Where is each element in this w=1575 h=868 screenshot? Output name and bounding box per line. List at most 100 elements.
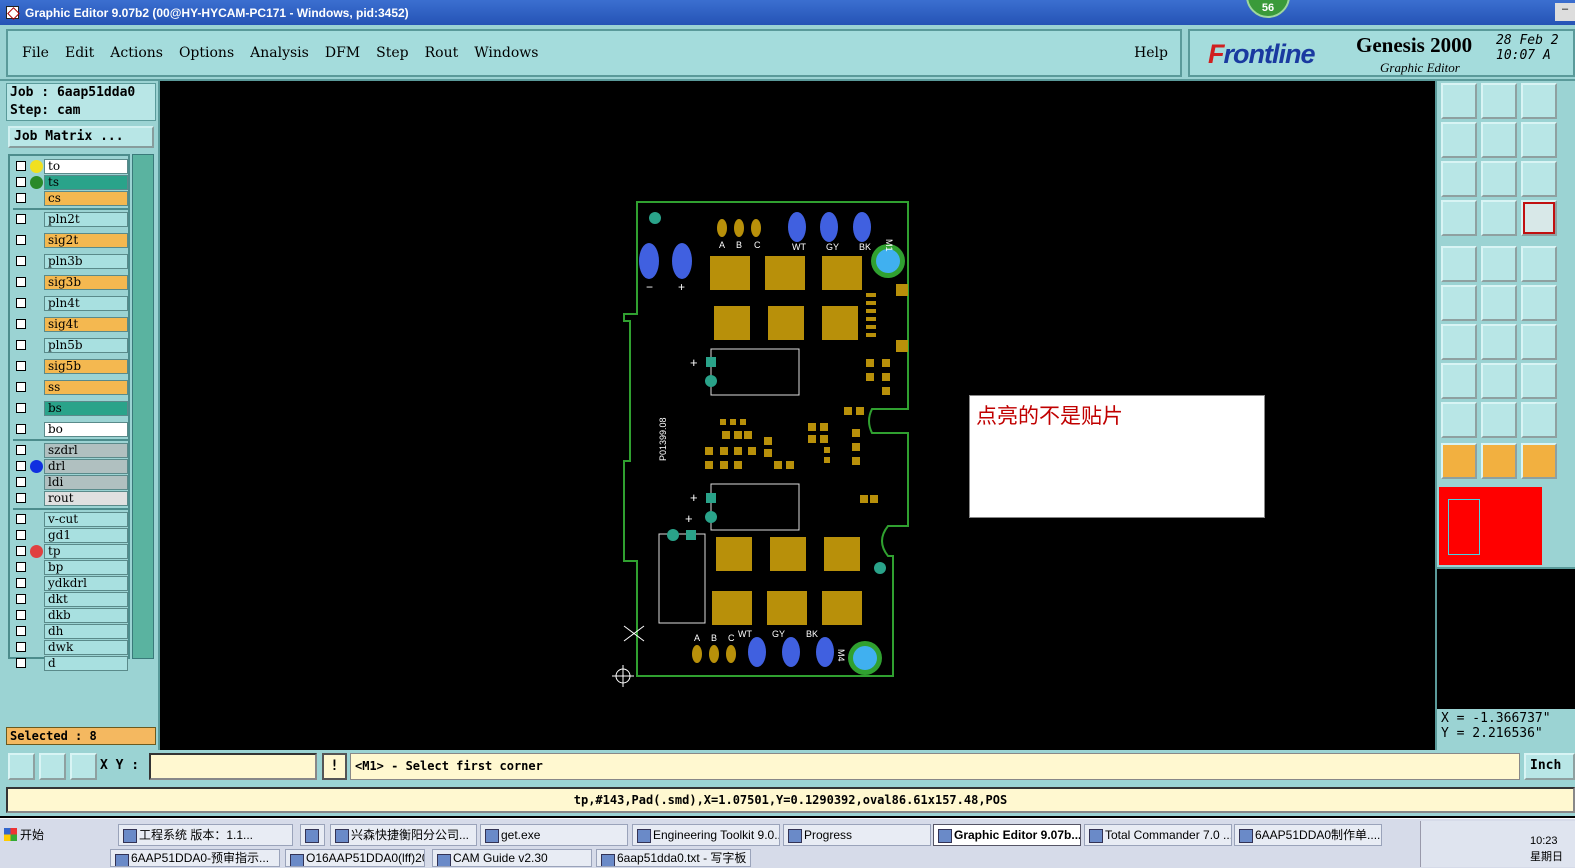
shape-icon[interactable] <box>1481 246 1517 282</box>
layer-checkbox[interactable] <box>16 424 26 434</box>
taskbar-app-row2-2[interactable]: CAM Guide v2.30 <box>432 849 592 867</box>
layer-checkbox[interactable] <box>16 477 26 487</box>
layer-row-szdrl[interactable]: szdrl <box>13 443 129 458</box>
taskbar-app-3[interactable]: get.exe <box>480 824 628 846</box>
menu-rout[interactable]: Rout <box>425 45 459 61</box>
measure-icon[interactable] <box>39 753 66 780</box>
layer-row-pln2t[interactable]: pln2t <box>13 212 129 227</box>
taskbar-app-2[interactable]: 兴森快捷衡阳分公司... <box>330 824 477 846</box>
pointer-circle-icon[interactable] <box>1521 443 1557 479</box>
layer-row-sig4t[interactable]: sig4t <box>13 317 129 332</box>
grid-icon[interactable] <box>1481 200 1517 236</box>
align-icon[interactable] <box>1521 363 1557 399</box>
layer-checkbox[interactable] <box>16 277 26 287</box>
layer-row-bo[interactable]: bo <box>13 422 129 437</box>
scale-icon[interactable] <box>1521 161 1557 197</box>
menu-analysis[interactable]: Analysis <box>250 45 309 61</box>
menu-dfm[interactable]: DFM <box>325 45 360 61</box>
menu-edit[interactable]: Edit <box>65 45 94 61</box>
layer-checkbox[interactable] <box>16 461 26 471</box>
layer-checkbox[interactable] <box>16 546 26 556</box>
menu-windows[interactable]: Windows <box>474 45 538 61</box>
layer-checkbox[interactable] <box>16 403 26 413</box>
layer-checkbox[interactable] <box>16 594 26 604</box>
next-icon[interactable] <box>1481 122 1517 158</box>
layer-row-to[interactable]: to <box>13 159 129 174</box>
taskbar-app-5[interactable]: Progress <box>783 824 931 846</box>
taskbar-app-1[interactable] <box>300 824 325 846</box>
menu-help[interactable]: Help <box>1134 45 1168 61</box>
prev-icon[interactable] <box>1441 122 1477 158</box>
home-icon[interactable] <box>1441 83 1477 119</box>
layer-checkbox[interactable] <box>16 256 26 266</box>
layer-row-dkt[interactable]: dkt <box>13 592 129 607</box>
fit-icon[interactable] <box>1441 161 1477 197</box>
layer-row-sig5b[interactable]: sig5b <box>13 359 129 374</box>
layer-row-bp[interactable]: bp <box>13 560 129 575</box>
layer-row-ts[interactable]: ts <box>13 175 129 190</box>
graphic-canvas[interactable]: A B C WT GY BK A B C WT GY BK − + P01399.08 M1 M4 + + + 点亮的… <box>160 81 1435 750</box>
unit-button[interactable]: Inch <box>1524 753 1575 780</box>
layer-scrollbar[interactable] <box>132 154 154 659</box>
connect-icon[interactable] <box>1521 285 1557 321</box>
layer-checkbox[interactable] <box>16 626 26 636</box>
taskbar-app-7[interactable]: Total Commander 7.0 ... <box>1084 824 1232 846</box>
layer-row-d[interactable]: d <box>13 656 129 671</box>
node-icon[interactable] <box>1441 285 1477 321</box>
line-icon[interactable] <box>1481 324 1517 360</box>
layer-row-sig3b[interactable]: sig3b <box>13 275 129 290</box>
layer-checkbox[interactable] <box>16 445 26 455</box>
pointer-box-icon[interactable] <box>1481 443 1517 479</box>
layer-row-bs[interactable]: bs <box>13 401 129 416</box>
menu-step[interactable]: Step <box>376 45 408 61</box>
layer-checkbox[interactable] <box>16 530 26 540</box>
overview-preview[interactable] <box>1439 487 1542 565</box>
triangle-b-icon[interactable] <box>1521 402 1557 438</box>
layer-checkbox[interactable] <box>16 340 26 350</box>
grid-icon[interactable] <box>70 753 97 780</box>
pencil-icon[interactable] <box>1441 200 1477 236</box>
menu-actions[interactable]: Actions <box>110 45 163 61</box>
layer-row-drl[interactable]: drl <box>13 459 129 474</box>
split-icon[interactable] <box>1481 363 1517 399</box>
menu-file[interactable]: File <box>22 45 49 61</box>
layer-checkbox[interactable] <box>16 193 26 203</box>
layer-checkbox[interactable] <box>16 177 26 187</box>
layer-row-dwk[interactable]: dwk <box>13 640 129 655</box>
taskbar-app-4[interactable]: Engineering Toolkit 9.0... <box>632 824 780 846</box>
undo-icon[interactable] <box>1521 122 1557 158</box>
layer-checkbox[interactable] <box>16 610 26 620</box>
taskbar-app-6[interactable]: Graphic Editor 9.07b... <box>933 824 1081 846</box>
layer-row-tp[interactable]: tp <box>13 544 129 559</box>
pointer-icon[interactable] <box>1441 443 1477 479</box>
layer-row-dkb[interactable]: dkb <box>13 608 129 623</box>
arc-icon[interactable] <box>1441 324 1477 360</box>
job-matrix-button[interactable]: Job Matrix ... <box>8 126 154 148</box>
layer-checkbox[interactable] <box>16 658 26 668</box>
select-icon[interactable] <box>1441 246 1477 282</box>
layer-checkbox[interactable] <box>16 361 26 371</box>
move-icon[interactable] <box>1441 363 1477 399</box>
layer-row-pln3b[interactable]: pln3b <box>13 254 129 269</box>
open-icon[interactable] <box>1521 83 1557 119</box>
close-x-icon[interactable] <box>1481 285 1517 321</box>
minimize-icon[interactable]: – <box>1555 3 1575 21</box>
triangle-a-icon[interactable] <box>1481 402 1517 438</box>
clock[interactable]: 10:23 星期日 <box>1530 833 1563 865</box>
layer-checkbox[interactable] <box>16 514 26 524</box>
rotate-icon[interactable] <box>1521 324 1557 360</box>
taskbar-app-0[interactable]: 工程系统 版本：1.1... <box>118 824 293 846</box>
layer-checkbox[interactable] <box>16 642 26 652</box>
layer-row-ydkdrl[interactable]: ydkdrl <box>13 576 129 591</box>
layer-row-gd1[interactable]: gd1 <box>13 528 129 543</box>
triangle-icon[interactable] <box>1441 402 1477 438</box>
layer-checkbox[interactable] <box>16 161 26 171</box>
layer-row-dh[interactable]: dh <box>13 624 129 639</box>
taskbar-app-row2-1[interactable]: O16AAP51DDA0(lff)201... <box>285 849 425 867</box>
layer-checkbox[interactable] <box>16 298 26 308</box>
layer-row-cs[interactable]: cs <box>13 191 129 206</box>
menu-options[interactable]: Options <box>179 45 234 61</box>
layer-checkbox[interactable] <box>16 235 26 245</box>
layer-row-sig2t[interactable]: sig2t <box>13 233 129 248</box>
layer-checkbox[interactable] <box>16 319 26 329</box>
